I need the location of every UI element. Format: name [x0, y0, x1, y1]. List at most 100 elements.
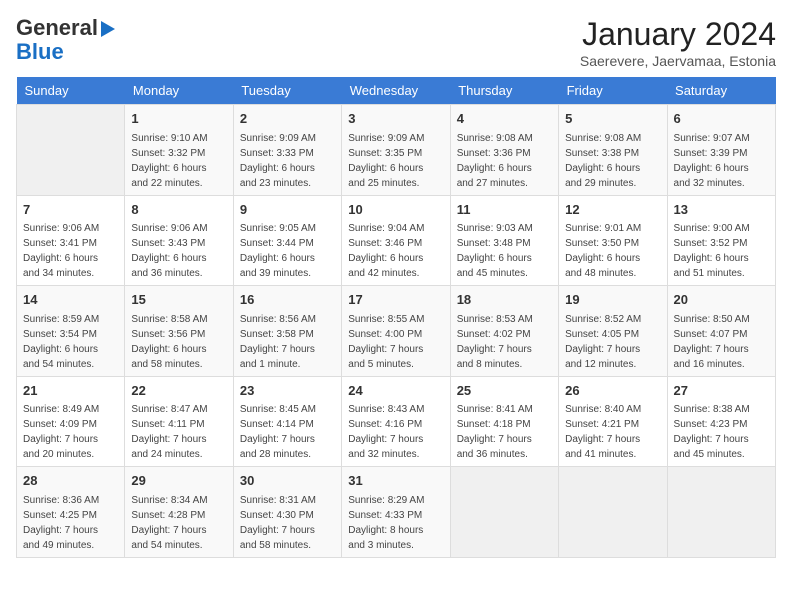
day-header-saturday: Saturday — [667, 77, 775, 105]
day-info: Sunrise: 8:50 AMSunset: 4:07 PMDaylight:… — [674, 312, 769, 372]
day-cell — [667, 467, 775, 558]
day-info: Sunrise: 8:59 AMSunset: 3:54 PMDaylight:… — [23, 312, 118, 372]
calendar-title: January 2024 — [580, 16, 776, 53]
day-header-friday: Friday — [559, 77, 667, 105]
day-cell: 26Sunrise: 8:40 AMSunset: 4:21 PMDayligh… — [559, 376, 667, 467]
header: General Blue January 2024 Saerevere, Jae… — [16, 16, 776, 69]
day-cell: 31Sunrise: 8:29 AMSunset: 4:33 PMDayligh… — [342, 467, 450, 558]
day-info: Sunrise: 9:00 AMSunset: 3:52 PMDaylight:… — [674, 221, 769, 281]
day-cell: 14Sunrise: 8:59 AMSunset: 3:54 PMDayligh… — [17, 286, 125, 377]
day-number: 4 — [457, 109, 552, 129]
day-info: Sunrise: 9:05 AMSunset: 3:44 PMDaylight:… — [240, 221, 335, 281]
day-header-sunday: Sunday — [17, 77, 125, 105]
day-info: Sunrise: 8:31 AMSunset: 4:30 PMDaylight:… — [240, 493, 335, 553]
day-number: 23 — [240, 381, 335, 401]
day-number: 27 — [674, 381, 769, 401]
day-cell: 1Sunrise: 9:10 AMSunset: 3:32 PMDaylight… — [125, 105, 233, 196]
day-number: 30 — [240, 471, 335, 491]
day-number: 20 — [674, 290, 769, 310]
logo-blue: Blue — [16, 39, 64, 64]
day-info: Sunrise: 9:09 AMSunset: 3:35 PMDaylight:… — [348, 131, 443, 191]
day-number: 16 — [240, 290, 335, 310]
week-row-4: 28Sunrise: 8:36 AMSunset: 4:25 PMDayligh… — [17, 467, 776, 558]
day-number: 14 — [23, 290, 118, 310]
calendar-subtitle: Saerevere, Jaervamaa, Estonia — [580, 53, 776, 69]
logo: General Blue — [16, 16, 115, 64]
day-info: Sunrise: 9:06 AMSunset: 3:43 PMDaylight:… — [131, 221, 226, 281]
day-number: 2 — [240, 109, 335, 129]
day-number: 31 — [348, 471, 443, 491]
week-row-0: 1Sunrise: 9:10 AMSunset: 3:32 PMDaylight… — [17, 105, 776, 196]
day-info: Sunrise: 8:36 AMSunset: 4:25 PMDaylight:… — [23, 493, 118, 553]
day-cell: 18Sunrise: 8:53 AMSunset: 4:02 PMDayligh… — [450, 286, 558, 377]
day-header-wednesday: Wednesday — [342, 77, 450, 105]
day-cell: 19Sunrise: 8:52 AMSunset: 4:05 PMDayligh… — [559, 286, 667, 377]
day-cell: 11Sunrise: 9:03 AMSunset: 3:48 PMDayligh… — [450, 195, 558, 286]
day-cell: 2Sunrise: 9:09 AMSunset: 3:33 PMDaylight… — [233, 105, 341, 196]
day-number: 19 — [565, 290, 660, 310]
day-cell: 3Sunrise: 9:09 AMSunset: 3:35 PMDaylight… — [342, 105, 450, 196]
day-cell: 5Sunrise: 9:08 AMSunset: 3:38 PMDaylight… — [559, 105, 667, 196]
day-info: Sunrise: 9:04 AMSunset: 3:46 PMDaylight:… — [348, 221, 443, 281]
day-number: 15 — [131, 290, 226, 310]
day-info: Sunrise: 8:58 AMSunset: 3:56 PMDaylight:… — [131, 312, 226, 372]
day-info: Sunrise: 8:47 AMSunset: 4:11 PMDaylight:… — [131, 402, 226, 462]
day-info: Sunrise: 9:06 AMSunset: 3:41 PMDaylight:… — [23, 221, 118, 281]
day-header-thursday: Thursday — [450, 77, 558, 105]
calendar-body: 1Sunrise: 9:10 AMSunset: 3:32 PMDaylight… — [17, 105, 776, 558]
week-row-1: 7Sunrise: 9:06 AMSunset: 3:41 PMDaylight… — [17, 195, 776, 286]
day-cell: 6Sunrise: 9:07 AMSunset: 3:39 PMDaylight… — [667, 105, 775, 196]
day-number: 1 — [131, 109, 226, 129]
day-number: 22 — [131, 381, 226, 401]
day-info: Sunrise: 9:10 AMSunset: 3:32 PMDaylight:… — [131, 131, 226, 191]
day-number: 5 — [565, 109, 660, 129]
day-cell — [17, 105, 125, 196]
day-cell: 13Sunrise: 9:00 AMSunset: 3:52 PMDayligh… — [667, 195, 775, 286]
day-number: 3 — [348, 109, 443, 129]
day-cell — [559, 467, 667, 558]
day-number: 10 — [348, 200, 443, 220]
day-cell: 27Sunrise: 8:38 AMSunset: 4:23 PMDayligh… — [667, 376, 775, 467]
day-cell — [450, 467, 558, 558]
day-info: Sunrise: 8:34 AMSunset: 4:28 PMDaylight:… — [131, 493, 226, 553]
day-cell: 20Sunrise: 8:50 AMSunset: 4:07 PMDayligh… — [667, 286, 775, 377]
calendar-table: SundayMondayTuesdayWednesdayThursdayFrid… — [16, 77, 776, 558]
day-number: 6 — [674, 109, 769, 129]
day-info: Sunrise: 8:52 AMSunset: 4:05 PMDaylight:… — [565, 312, 660, 372]
day-number: 7 — [23, 200, 118, 220]
day-cell: 30Sunrise: 8:31 AMSunset: 4:30 PMDayligh… — [233, 467, 341, 558]
day-cell: 24Sunrise: 8:43 AMSunset: 4:16 PMDayligh… — [342, 376, 450, 467]
day-number: 26 — [565, 381, 660, 401]
day-number: 24 — [348, 381, 443, 401]
day-info: Sunrise: 9:09 AMSunset: 3:33 PMDaylight:… — [240, 131, 335, 191]
day-cell: 23Sunrise: 8:45 AMSunset: 4:14 PMDayligh… — [233, 376, 341, 467]
day-cell: 29Sunrise: 8:34 AMSunset: 4:28 PMDayligh… — [125, 467, 233, 558]
day-cell: 28Sunrise: 8:36 AMSunset: 4:25 PMDayligh… — [17, 467, 125, 558]
day-number: 13 — [674, 200, 769, 220]
day-info: Sunrise: 8:53 AMSunset: 4:02 PMDaylight:… — [457, 312, 552, 372]
day-number: 12 — [565, 200, 660, 220]
day-info: Sunrise: 8:40 AMSunset: 4:21 PMDaylight:… — [565, 402, 660, 462]
day-cell: 12Sunrise: 9:01 AMSunset: 3:50 PMDayligh… — [559, 195, 667, 286]
day-number: 11 — [457, 200, 552, 220]
day-cell: 7Sunrise: 9:06 AMSunset: 3:41 PMDaylight… — [17, 195, 125, 286]
day-header-tuesday: Tuesday — [233, 77, 341, 105]
day-info: Sunrise: 8:29 AMSunset: 4:33 PMDaylight:… — [348, 493, 443, 553]
day-info: Sunrise: 8:38 AMSunset: 4:23 PMDaylight:… — [674, 402, 769, 462]
day-cell: 22Sunrise: 8:47 AMSunset: 4:11 PMDayligh… — [125, 376, 233, 467]
day-info: Sunrise: 9:07 AMSunset: 3:39 PMDaylight:… — [674, 131, 769, 191]
day-cell: 10Sunrise: 9:04 AMSunset: 3:46 PMDayligh… — [342, 195, 450, 286]
day-info: Sunrise: 8:43 AMSunset: 4:16 PMDaylight:… — [348, 402, 443, 462]
day-number: 28 — [23, 471, 118, 491]
week-row-3: 21Sunrise: 8:49 AMSunset: 4:09 PMDayligh… — [17, 376, 776, 467]
day-cell: 25Sunrise: 8:41 AMSunset: 4:18 PMDayligh… — [450, 376, 558, 467]
week-row-2: 14Sunrise: 8:59 AMSunset: 3:54 PMDayligh… — [17, 286, 776, 377]
day-header-monday: Monday — [125, 77, 233, 105]
day-number: 29 — [131, 471, 226, 491]
day-info: Sunrise: 9:08 AMSunset: 3:36 PMDaylight:… — [457, 131, 552, 191]
day-number: 8 — [131, 200, 226, 220]
day-cell: 21Sunrise: 8:49 AMSunset: 4:09 PMDayligh… — [17, 376, 125, 467]
day-number: 17 — [348, 290, 443, 310]
day-info: Sunrise: 8:49 AMSunset: 4:09 PMDaylight:… — [23, 402, 118, 462]
day-cell: 16Sunrise: 8:56 AMSunset: 3:58 PMDayligh… — [233, 286, 341, 377]
